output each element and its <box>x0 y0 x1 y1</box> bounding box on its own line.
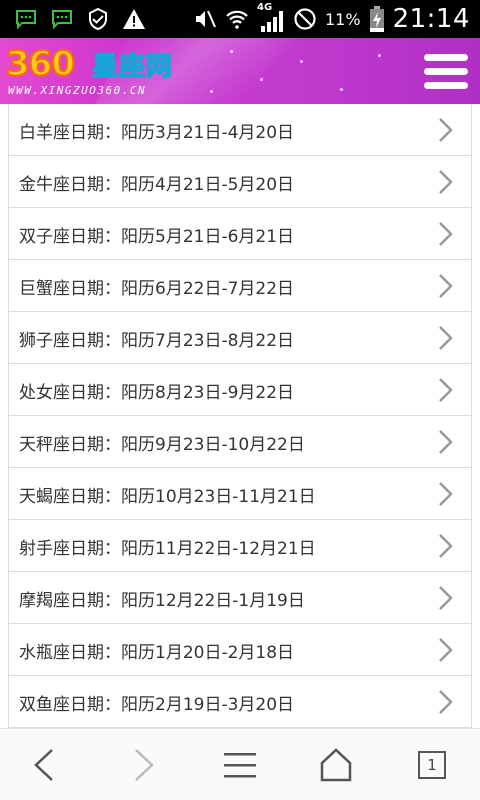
chevron-right-icon <box>439 378 453 402</box>
list-item[interactable]: 巨蟹座日期：阳历6月22日-7月22日 <box>9 260 471 312</box>
mute-icon <box>196 10 216 28</box>
list-item[interactable]: 射手座日期：阳历11月22日-12月21日 <box>9 520 471 572</box>
tabs-icon[interactable]: 1 <box>412 747 452 783</box>
chevron-right-icon <box>439 118 453 142</box>
sparkle <box>340 88 343 91</box>
sparkle <box>210 90 213 93</box>
sparkle <box>260 78 263 81</box>
tab-count: 1 <box>427 756 437 774</box>
list-item-label: 射手座日期：阳历11月22日-12月21日 <box>19 539 316 559</box>
list-item[interactable]: 水瓶座日期：阳历1月20日-2月18日 <box>9 624 471 676</box>
zodiac-date-list: 白羊座日期：阳历3月21日-4月20日 金牛座日期：阳历4月21日-5月20日 … <box>8 104 472 728</box>
chat-icon <box>16 10 36 30</box>
chevron-right-icon <box>439 690 453 714</box>
chevron-right-icon <box>439 482 453 506</box>
home-icon[interactable] <box>316 747 356 783</box>
list-item-label: 双鱼座日期：阳历2月19日-3月20日 <box>19 695 295 715</box>
list-item[interactable]: 白羊座日期：阳历3月21日-4月20日 <box>9 104 471 156</box>
signal-icon: 4G <box>257 2 285 32</box>
no-sim-icon <box>294 8 316 30</box>
logo-chinese: 星座网 <box>91 51 174 83</box>
logo-url: WWW.XINGZUO360.CN <box>8 84 147 97</box>
list-item[interactable]: 天蝎座日期：阳历10月23日-11月21日 <box>9 468 471 520</box>
shield-check-icon <box>89 7 107 31</box>
wifi-icon <box>226 10 248 29</box>
site-header: 360 星座网 WWW.XINGZUO360.CN <box>0 38 480 104</box>
chat-icon <box>52 10 72 30</box>
list-item[interactable]: 狮子座日期：阳历7月23日-8月22日 <box>9 312 471 364</box>
sparkle <box>300 60 303 63</box>
sparkle <box>230 50 233 53</box>
list-item[interactable]: 天秤座日期：阳历9月23日-10月22日 <box>9 416 471 468</box>
battery-charging-icon <box>369 6 384 32</box>
back-icon[interactable] <box>24 747 64 783</box>
list-item-label: 巨蟹座日期：阳历6月22日-7月22日 <box>19 279 295 299</box>
list-item[interactable]: 金牛座日期：阳历4月21日-5月20日 <box>9 156 471 208</box>
sparkle <box>378 54 381 57</box>
list-item-label: 狮子座日期：阳历7月23日-8月22日 <box>19 331 295 351</box>
menu-icon[interactable] <box>220 747 260 783</box>
list-item[interactable]: 处女座日期：阳历8月23日-9月22日 <box>9 364 471 416</box>
list-item[interactable]: 摩羯座日期：阳历12月22日-1月19日 <box>9 572 471 624</box>
chevron-right-icon <box>439 274 453 298</box>
list-item[interactable]: 双子座日期：阳历5月21日-6月21日 <box>9 208 471 260</box>
chevron-right-icon <box>439 170 453 194</box>
list-item-label: 天秤座日期：阳历9月23日-10月22日 <box>19 435 305 455</box>
forward-icon[interactable] <box>124 747 164 783</box>
chevron-right-icon <box>439 586 453 610</box>
list-item-label: 白羊座日期：阳历3月21日-4月20日 <box>19 123 295 143</box>
chevron-right-icon <box>439 430 453 454</box>
hamburger-menu-icon[interactable] <box>424 52 468 90</box>
list-item-label: 水瓶座日期：阳历1月20日-2月18日 <box>19 643 295 663</box>
list-item-label: 天蝎座日期：阳历10月23日-11月21日 <box>19 487 316 507</box>
list-item-label: 双子座日期：阳历5月21日-6月21日 <box>19 227 295 247</box>
status-bar: 4G 11% 21:14 <box>0 0 480 38</box>
clock: 21:14 <box>392 4 470 34</box>
warning-icon <box>123 9 145 29</box>
list-item-label: 处女座日期：阳历8月23日-9月22日 <box>19 383 295 403</box>
status-bar-system: 4G 11% 21:14 <box>193 2 470 34</box>
list-item[interactable]: 双鱼座日期：阳历2月19日-3月20日 <box>9 676 471 728</box>
battery-percent: 11% <box>325 9 361 29</box>
site-logo[interactable]: 360 星座网 WWW.XINGZUO360.CN <box>5 43 206 98</box>
status-bar-notifications <box>14 6 146 32</box>
logo-number: 360 <box>5 43 76 85</box>
list-item-label: 摩羯座日期：阳历12月22日-1月19日 <box>19 591 305 611</box>
list-item-label: 金牛座日期：阳历4月21日-5月20日 <box>19 175 295 195</box>
chevron-right-icon <box>439 326 453 350</box>
browser-toolbar: 1 <box>0 728 480 800</box>
chevron-right-icon <box>439 222 453 246</box>
chevron-right-icon <box>439 638 453 662</box>
chevron-right-icon <box>439 534 453 558</box>
